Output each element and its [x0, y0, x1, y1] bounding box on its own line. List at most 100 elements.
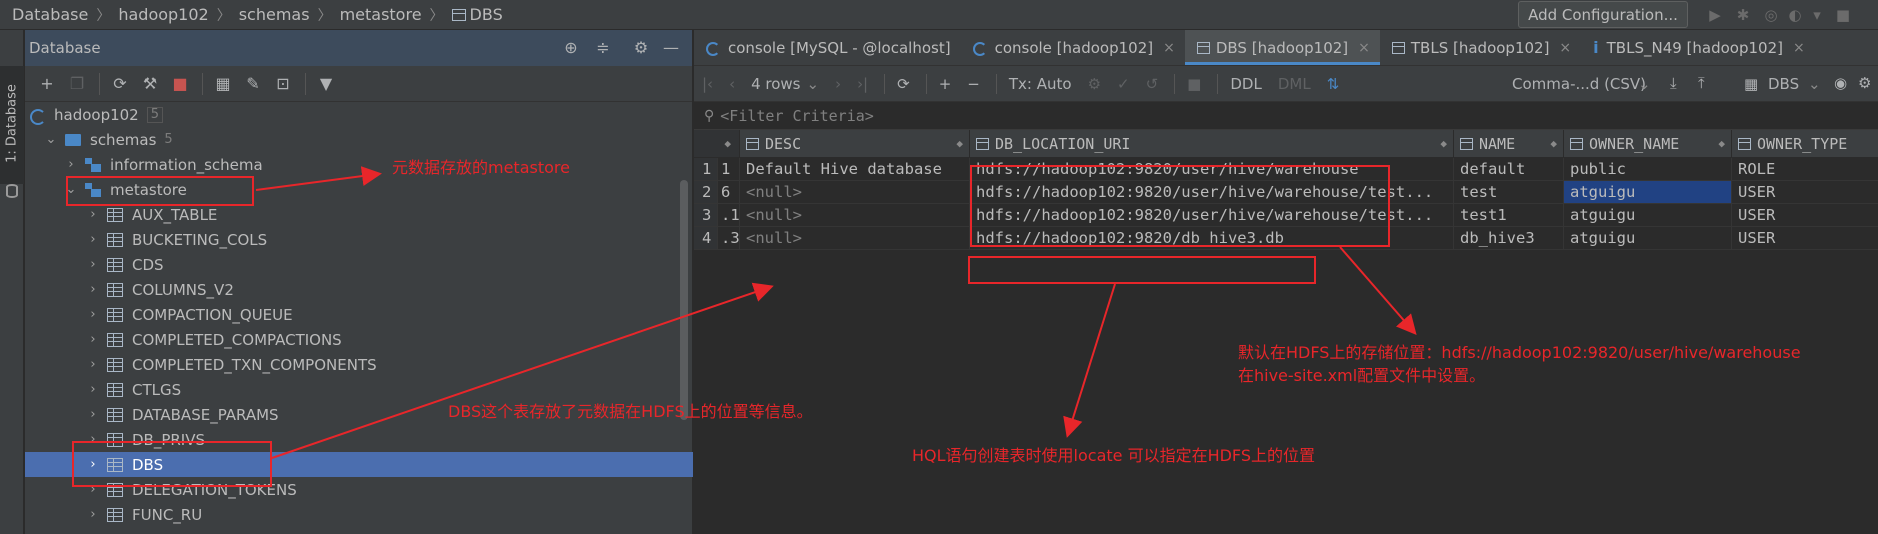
column-header-db-location-uri[interactable]: DB_LOCATION_URI ◆ [970, 130, 1454, 157]
target-dropdown[interactable]: DBS [1768, 75, 1799, 93]
chevron-right-icon[interactable]: › [87, 507, 99, 522]
filter-icon[interactable]: ▼ [312, 72, 340, 96]
refresh-icon[interactable]: ⟳ [106, 72, 134, 96]
close-icon[interactable]: × [1793, 40, 1805, 56]
column-header-owner-type[interactable]: OWNER_TYPE [1732, 130, 1878, 157]
upload-icon[interactable]: ⤒ [1698, 74, 1705, 92]
tree-node-table[interactable]: › COLUMNS_V2 [25, 277, 693, 302]
query-console-icon[interactable]: ⊡ [269, 72, 297, 96]
row-number[interactable]: 2 [694, 181, 718, 203]
cell-owner-type[interactable]: USER [1732, 181, 1878, 203]
cell-id[interactable]: 1 [718, 158, 740, 180]
tree-node-information-schema[interactable]: › information_schema [25, 152, 693, 177]
sort-icon[interactable]: ◆ [1550, 137, 1557, 150]
cell-desc[interactable]: <null> [740, 181, 970, 203]
export-format-dropdown[interactable]: Comma-...d (CSV) [1512, 75, 1646, 93]
close-icon[interactable]: × [1358, 40, 1370, 56]
cell-id[interactable]: 6 [718, 181, 740, 203]
chevron-right-icon[interactable]: › [87, 332, 99, 347]
minimize-icon[interactable]: — [661, 38, 681, 58]
schema-sync-icon[interactable]: ⚒ [136, 72, 164, 96]
chevron-right-icon[interactable]: › [87, 382, 99, 397]
next-page-icon[interactable]: › [835, 75, 841, 93]
add-configuration-button[interactable]: Add Configuration... [1518, 1, 1688, 28]
row-number[interactable]: 3 [694, 204, 718, 226]
target-dropdown-icon[interactable]: ▦ [1744, 75, 1758, 93]
column-header-name[interactable]: NAME ◆ [1454, 130, 1564, 157]
eye-icon[interactable]: ◉ [1834, 74, 1847, 92]
edit-icon[interactable]: ✎ [239, 72, 267, 96]
breadcrumb-schemas[interactable]: schemas [239, 5, 310, 24]
cell-owner-type[interactable]: ROLE [1732, 158, 1878, 180]
stop-icon[interactable]: ■ [1187, 75, 1201, 93]
reload-icon[interactable]: ⟳ [897, 75, 910, 93]
column-header-owner-name[interactable]: OWNER_NAME ◆ [1564, 130, 1732, 157]
tree-node-schemas[interactable]: ⌄ schemas 5 [25, 127, 693, 152]
profile-icon[interactable]: ◐ [1786, 6, 1804, 24]
debug-icon[interactable]: ✱ [1734, 6, 1752, 24]
close-icon[interactable]: × [1559, 40, 1571, 56]
row-number[interactable]: 1 [694, 158, 718, 180]
tree-node-table[interactable]: › FUNC_RU [25, 502, 693, 527]
tree-node-table[interactable]: › CDS [25, 252, 693, 277]
tree-node-table[interactable]: › BUCKETING_COLS [25, 227, 693, 252]
tab-console-mysql[interactable]: console [MySQL - @localhost] [694, 30, 961, 65]
chevron-right-icon[interactable]: › [87, 357, 99, 372]
transaction-mode-dropdown[interactable]: Tx: Auto [1009, 75, 1072, 93]
column-header-desc[interactable]: DESC ◆ [740, 130, 970, 157]
breadcrumb-metastore[interactable]: metastore [340, 5, 422, 24]
sort-icon[interactable]: ◆ [1718, 137, 1725, 150]
cell-owner-name[interactable]: atguigu [1564, 227, 1732, 249]
cell-owner-name-selected[interactable]: atguigu [1564, 181, 1732, 203]
add-icon[interactable]: + [33, 72, 61, 96]
tree-node-connection[interactable]: hadoop102 5 [25, 102, 693, 127]
delete-row-icon[interactable]: − [967, 75, 980, 93]
breadcrumb-database[interactable]: Database [12, 5, 88, 24]
cell-desc[interactable]: <null> [740, 204, 970, 226]
previous-page-icon[interactable]: ‹ [729, 75, 735, 93]
breadcrumb-hadoop102[interactable]: hadoop102 [118, 5, 208, 24]
close-icon[interactable]: × [1163, 40, 1175, 56]
gear-icon[interactable]: ⚙ [1858, 74, 1871, 92]
sort-icon[interactable]: ◆ [956, 137, 963, 150]
commit-settings-icon[interactable]: ⚙ [1088, 75, 1101, 93]
chevron-right-icon[interactable]: › [87, 257, 99, 272]
chevron-right-icon[interactable]: › [87, 307, 99, 322]
cell-desc[interactable]: Default Hive database [740, 158, 970, 180]
collapse-all-icon[interactable]: ≑ [593, 38, 613, 58]
chevron-right-icon[interactable]: › [87, 232, 99, 247]
cell-owner-type[interactable]: USER [1732, 227, 1878, 249]
stop-icon[interactable]: ■ [1834, 6, 1852, 24]
cell-name[interactable]: test1 [1454, 204, 1564, 226]
compare-icon[interactable]: ⇅ [1327, 75, 1340, 93]
chevron-down-icon[interactable]: ⌄ [45, 132, 57, 147]
add-row-icon[interactable]: + [939, 75, 952, 93]
rows-count-dropdown[interactable]: 4 rows [751, 75, 800, 93]
table-view-icon[interactable]: ▦ [209, 72, 237, 96]
download-icon[interactable]: ⤓ [1670, 74, 1677, 92]
tree-scrollbar[interactable] [680, 180, 688, 420]
first-page-icon[interactable]: |‹ [702, 75, 713, 93]
chevron-right-icon[interactable]: › [87, 207, 99, 222]
cell-id[interactable]: .3 [718, 227, 740, 249]
sort-icon[interactable]: ◆ [1440, 137, 1447, 150]
tab-tbls-n49[interactable]: i TBLS_N49 [hadoop102] × [1581, 30, 1815, 65]
dml-button[interactable]: DML [1278, 75, 1311, 93]
cell-owner-name[interactable]: atguigu [1564, 204, 1732, 226]
coverage-icon[interactable]: ◎ [1762, 6, 1780, 24]
copy-icon[interactable]: ❐ [63, 72, 91, 96]
tree-node-table[interactable]: › COMPLETED_COMPACTIONS [25, 327, 693, 352]
filter-input[interactable]: <Filter Criteria> [720, 107, 874, 125]
gear-icon[interactable]: ⚙ [631, 38, 651, 58]
last-page-icon[interactable]: ›| [857, 75, 868, 93]
run-icon[interactable]: ▶ [1706, 6, 1724, 24]
cell-name[interactable]: test [1454, 181, 1564, 203]
cell-name[interactable]: default [1454, 158, 1564, 180]
breadcrumb-dbs[interactable]: DBS [470, 5, 503, 24]
tree-node-table[interactable]: › COMPLETED_TXN_COMPONENTS [25, 352, 693, 377]
database-tool-window-tab[interactable]: 1: Database [0, 66, 24, 198]
more-run-options-icon[interactable]: ▾ [1808, 6, 1826, 24]
chevron-right-icon[interactable]: › [65, 157, 77, 172]
row-number[interactable]: 4 [694, 227, 718, 249]
cell-desc[interactable]: <null> [740, 227, 970, 249]
